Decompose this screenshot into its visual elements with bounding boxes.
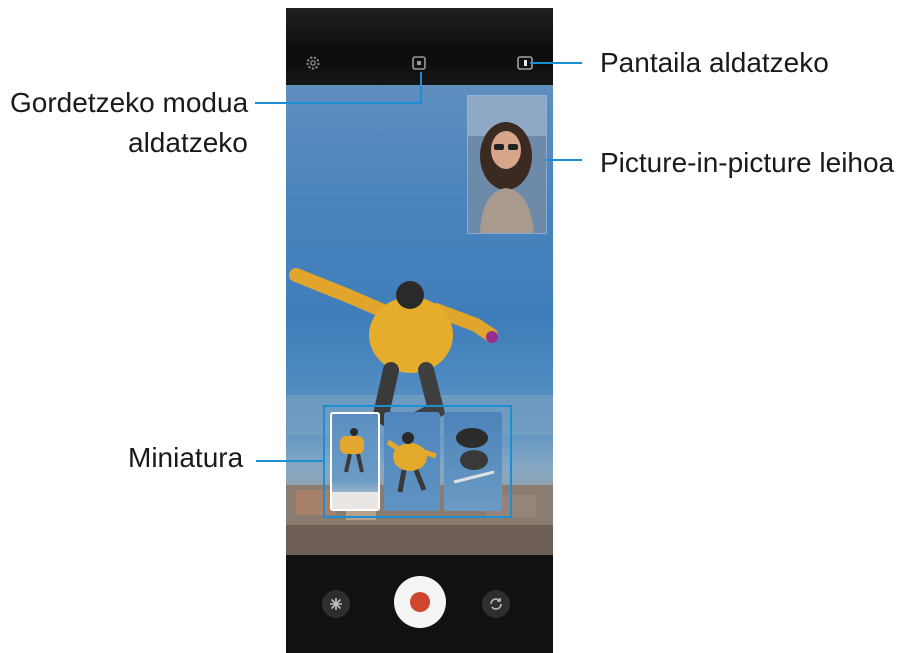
record-icon — [410, 592, 430, 612]
phone-screen — [286, 8, 553, 653]
thumbnail-callout-line — [256, 460, 324, 462]
thumbnail-label: Miniatura — [128, 442, 244, 473]
storage-mode-icon[interactable] — [410, 54, 428, 72]
storage-mode-label-line2: aldatzeko — [128, 127, 248, 158]
storage-mode-callout-2: aldatzeko — [128, 126, 248, 160]
pip-portrait — [468, 96, 546, 233]
thumbnail-highlight-box — [323, 405, 512, 518]
thumbnail-callout: Miniatura — [128, 441, 243, 475]
storage-mode-callout: Gordetzeko modua — [10, 86, 248, 120]
record-button[interactable] — [394, 576, 446, 628]
pip-window-callout-line — [545, 159, 582, 161]
pip-window-callout: Picture-in-picture leihoa — [600, 146, 894, 180]
pip-window[interactable] — [467, 95, 547, 234]
switch-camera-icon[interactable] — [482, 590, 510, 618]
storage-mode-label-line1: Gordetzeko modua — [10, 87, 249, 118]
camera-controls — [286, 555, 553, 653]
pip-window-label: Picture-in-picture leihoa — [600, 147, 895, 178]
gear-icon[interactable] — [304, 54, 322, 72]
snowflake-icon[interactable] — [322, 590, 350, 618]
switch-screen-callout-line — [530, 62, 582, 64]
storage-mode-callout-line — [255, 102, 421, 104]
switch-screen-label: Pantaila aldatzeko — [600, 47, 829, 78]
switch-screen-callout: Pantaila aldatzeko — [600, 46, 829, 80]
storage-mode-callout-line-vertical — [420, 72, 422, 104]
